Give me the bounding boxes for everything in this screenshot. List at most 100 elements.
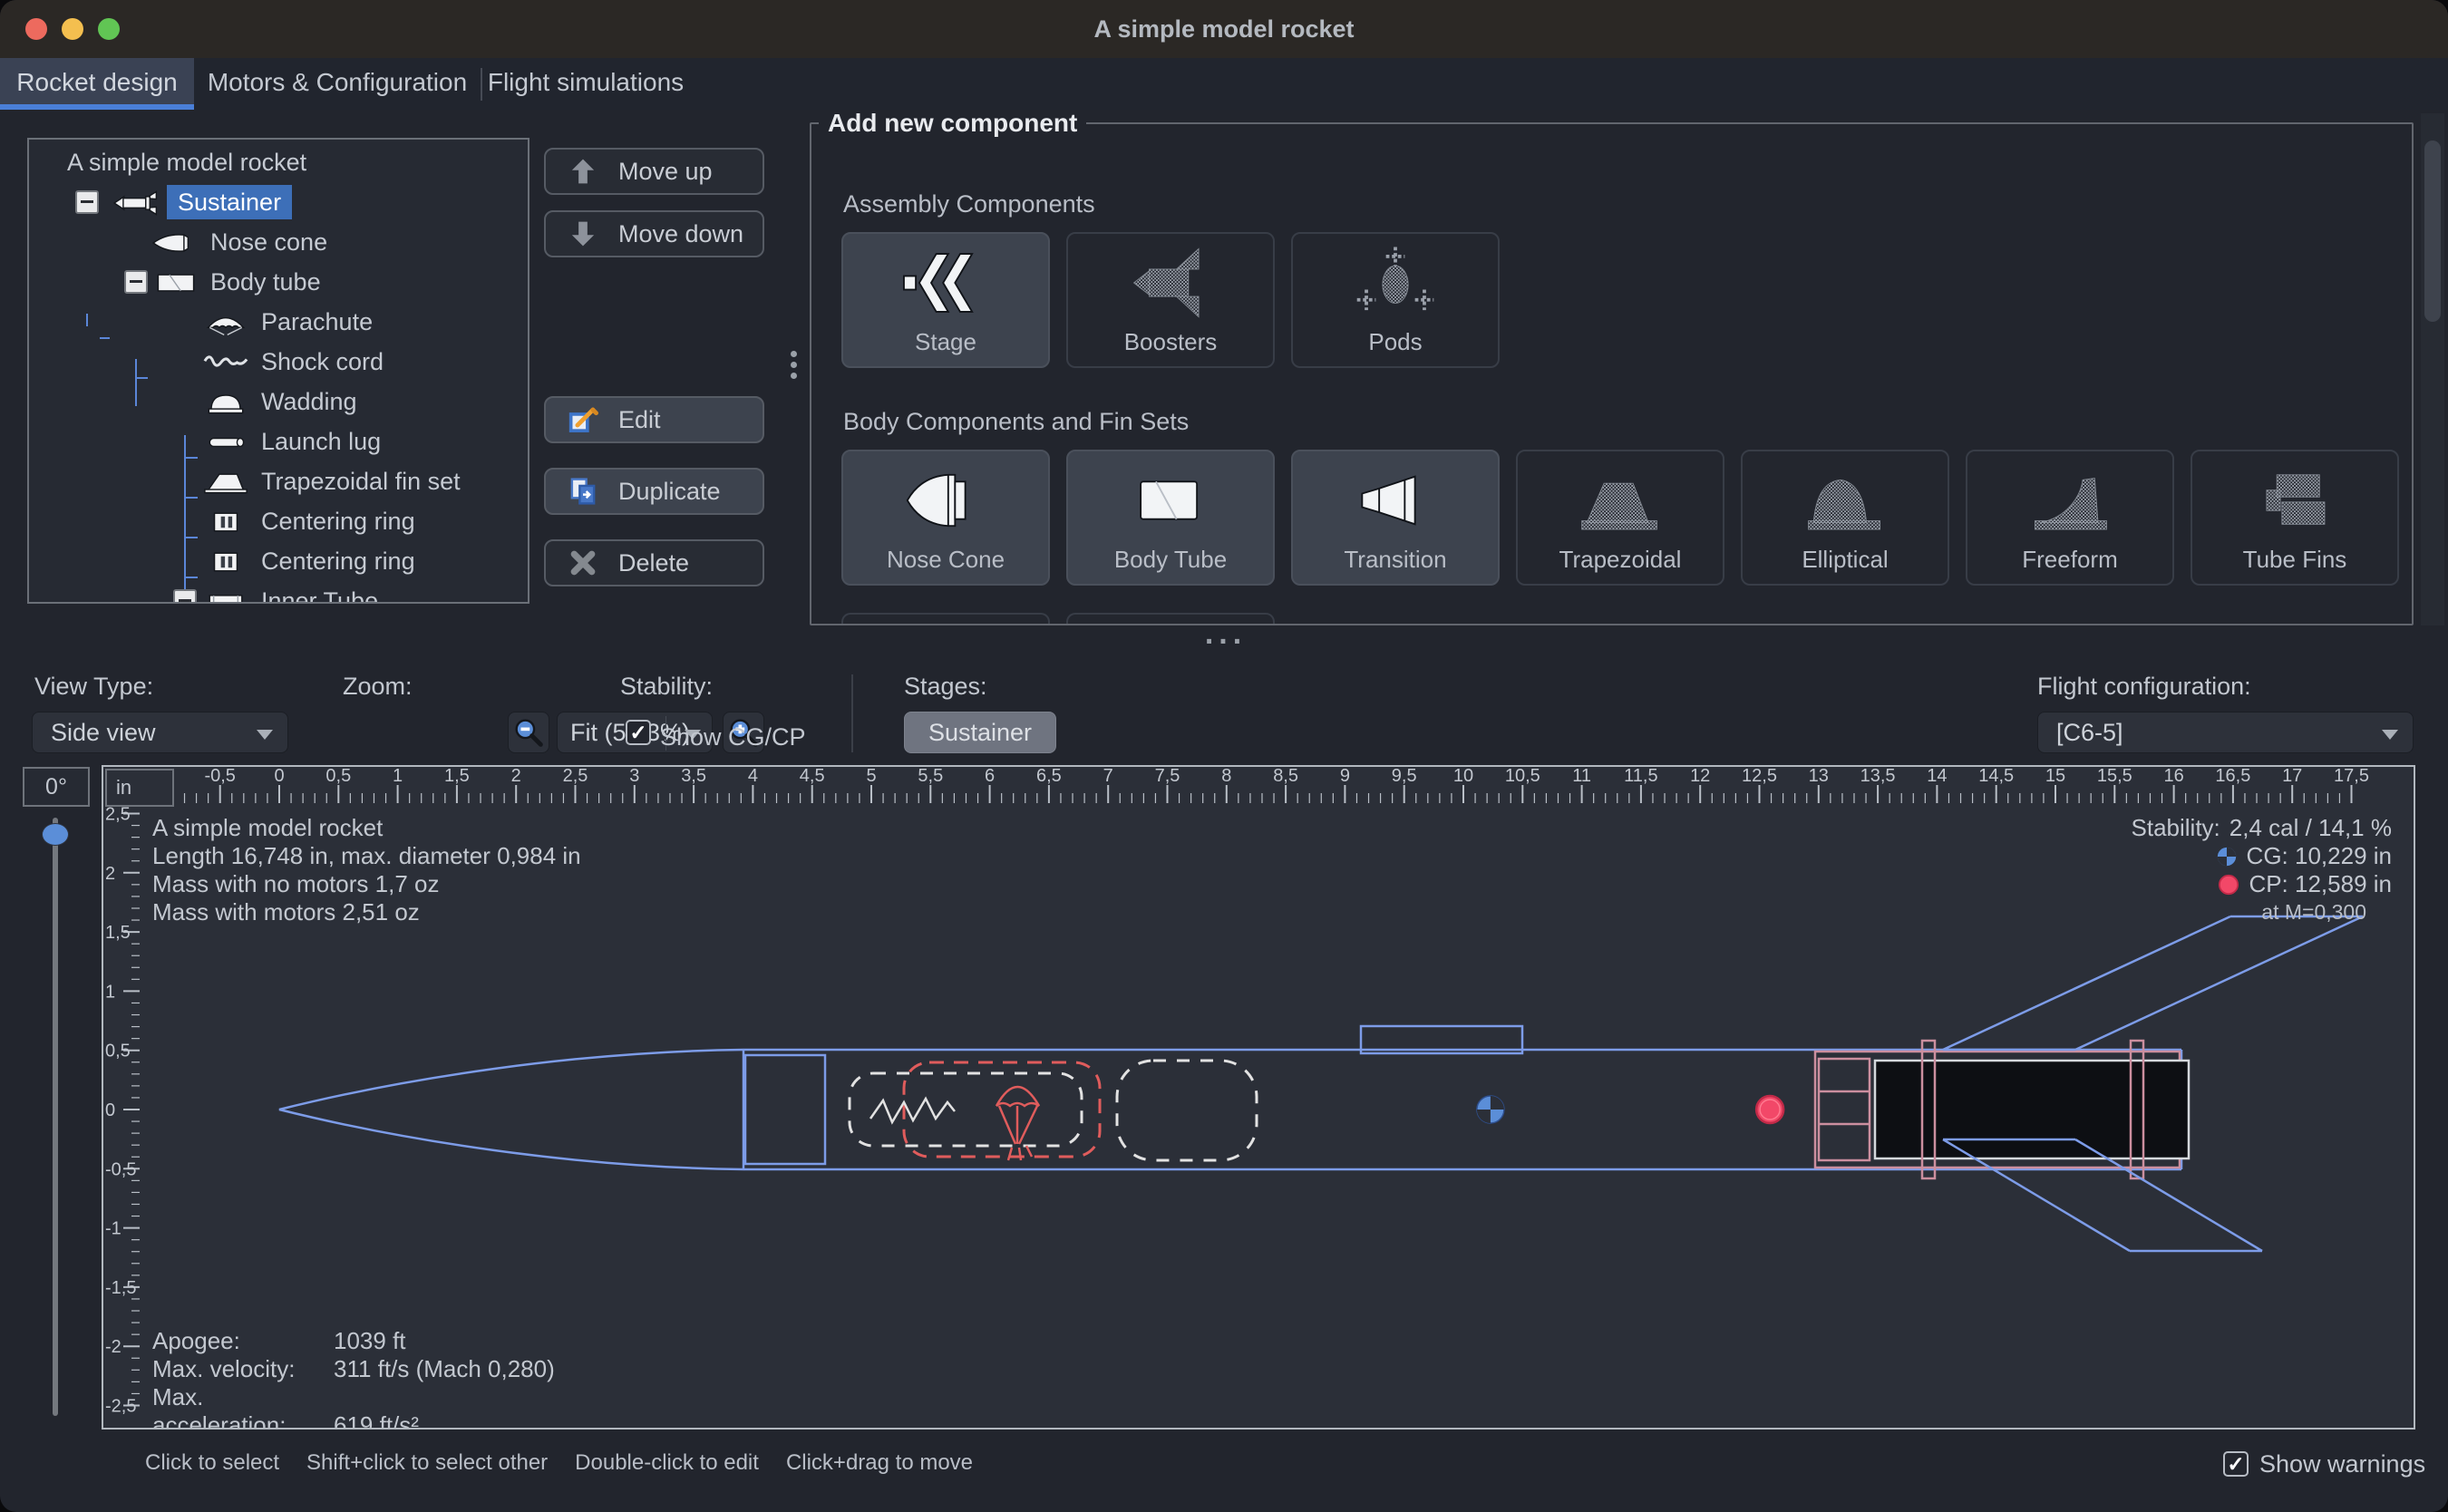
nose-cone-outline[interactable] [279,1050,743,1169]
rocket-icon [111,189,163,218]
tab-flight-simulations[interactable]: Flight simulations [482,58,689,110]
component-button-tube-fins[interactable]: Tube Fins [2191,450,2399,586]
tree-item-label: Body tube [210,262,321,302]
component-button-partial-1[interactable] [841,613,1050,625]
chevron-down-icon [2382,730,2398,740]
component-button-freeform[interactable]: Freeform [1966,450,2174,586]
component-button-label: Pods [1293,328,1498,356]
svg-text:4: 4 [748,767,758,786]
tab-motors-configuration[interactable]: Motors & Configuration [194,58,481,110]
centering-ring-icon [199,508,252,537]
edit-button[interactable]: Edit [544,396,764,443]
svg-text:7,5: 7,5 [1155,767,1180,786]
tree-item-inner-tube[interactable]: Inner Tube [29,581,528,604]
flight-stat-label: Max. velocity: [152,1355,334,1383]
svg-text:5,5: 5,5 [918,767,943,786]
svg-text:-0,5: -0,5 [105,1159,136,1179]
horizontal-ruler: -0,500,511,522,533,544,555,566,577,588,5… [185,767,2369,803]
boosters-icon [1068,239,1273,326]
tree-expand-toggle[interactable] [124,270,148,294]
cp-label: CP: [2249,870,2288,897]
stage-toggle-sustainer[interactable]: Sustainer [904,712,1056,753]
tree-item-centering-ring[interactable]: Centering ring [29,501,528,541]
zoom-out-button[interactable] [508,712,549,753]
transition-icon [1293,457,1498,544]
svg-text:4,5: 4,5 [800,767,825,786]
tree-item-label: Wadding [261,382,357,422]
component-button-nose-cone[interactable]: Nose Cone [841,450,1050,586]
window-scrollbar-thumb[interactable] [2424,141,2441,322]
panel-splitter-handle[interactable] [789,346,798,383]
svg-text:8,5: 8,5 [1273,767,1298,786]
tree-item-trapezoidal-fin-set[interactable]: Trapezoidal fin set [29,461,528,501]
svg-text:3,5: 3,5 [681,767,706,786]
cg-marker [1477,1096,1504,1123]
rocket-design-canvas[interactable]: -0,500,511,522,533,544,555,566,577,588,5… [102,765,2415,1430]
edit-pencil-icon [568,404,598,435]
zoom-out-icon [513,717,544,748]
tree-item-a-simple-model-rocket[interactable]: A simple model rocket [29,142,528,182]
svg-text:11,5: 11,5 [1624,767,1657,786]
tree-expand-toggle[interactable] [75,190,99,214]
svg-text:17,5: 17,5 [2334,767,2369,786]
view-type-label: View Type: [34,673,153,701]
flight-configuration-dropdown[interactable]: [C6-5] [2037,712,2414,753]
zoom-label: Zoom: [343,673,413,701]
delete-button[interactable]: Delete [544,539,764,586]
engine-block-outline[interactable] [1819,1059,1870,1160]
tree-item-label: Inner Tube [261,581,378,604]
body-tube-icon [1068,457,1273,544]
window-scrollbar-track[interactable] [2421,113,2444,625]
wadding-dashed-outline[interactable] [1117,1061,1257,1160]
tree-expand-toggle[interactable] [173,589,197,604]
svg-text:13: 13 [1809,767,1829,786]
tree-item-parachute[interactable]: Parachute [29,302,528,342]
rotation-slider-track[interactable] [53,818,58,1416]
tree-item-centering-ring[interactable]: Centering ring [29,541,528,581]
move-down-button[interactable]: Move down [544,210,764,257]
rotation-slider-knob[interactable] [42,823,69,846]
svg-text:14: 14 [1927,767,1947,786]
tab-bar: Rocket design Motors & Configuration Fli… [0,58,2448,110]
component-button-label: Body Tube [1068,546,1273,574]
tree-item-shock-cord[interactable]: Shock cord [29,342,528,382]
component-button-body-tube[interactable]: Body Tube [1066,450,1275,586]
show-cg-cp-label: Show CG/CP [660,723,806,751]
ruler-unit-box: in [105,769,174,807]
svg-text:1,5: 1,5 [105,923,131,943]
component-button-pods[interactable]: Pods [1291,232,1500,368]
component-button-boosters[interactable]: Boosters [1066,232,1275,368]
panel-resize-handle[interactable]: ... [1193,616,1258,652]
show-cg-cp-checkbox[interactable]: ✓ [626,720,651,745]
svg-text:12,5: 12,5 [1742,767,1777,786]
assembly-components-label: Assembly Components [843,190,1095,218]
view-type-dropdown[interactable]: Side view [32,712,288,753]
component-button-stage[interactable]: Stage [841,232,1050,368]
component-button-trapezoidal[interactable]: Trapezoidal [1516,450,1724,586]
tree-item-wadding[interactable]: Wadding [29,382,528,422]
move-up-button[interactable]: Move up [544,148,764,195]
component-button-elliptical[interactable]: Elliptical [1741,450,1949,586]
tree-item-launch-lug[interactable]: Launch lug [29,422,528,461]
flight-stat-value: 1039 ft [334,1327,406,1354]
cg-icon [2216,846,2238,867]
show-warnings-checkbox[interactable]: ✓ [2223,1451,2249,1477]
cp-marker [1756,1096,1783,1123]
rocket-info-line: Length 16,748 in, max. diameter 0,984 in [152,842,581,870]
tree-item-nose-cone[interactable]: Nose cone [29,222,528,262]
svg-text:0,5: 0,5 [325,767,351,786]
view-type-value: Side view [33,712,287,752]
svg-text:16,5: 16,5 [2215,767,2250,786]
tab-rocket-design[interactable]: Rocket design [0,58,194,110]
component-button-label: Boosters [1068,328,1273,356]
shock-cord-icon [199,348,252,377]
rotation-angle-box: 0° [23,767,90,807]
svg-text:16: 16 [2163,767,2183,786]
stages-label: Stages: [904,673,987,701]
tree-item-sustainer-selected[interactable]: Sustainer [29,182,528,222]
duplicate-button[interactable]: Duplicate [544,468,764,515]
tree-item-body-tube[interactable]: Body tube [29,262,528,302]
shock-cord-dashed-outline[interactable] [850,1073,1082,1146]
nose-shoulder-outline[interactable] [745,1055,825,1164]
component-button-transition[interactable]: Transition [1291,450,1500,586]
